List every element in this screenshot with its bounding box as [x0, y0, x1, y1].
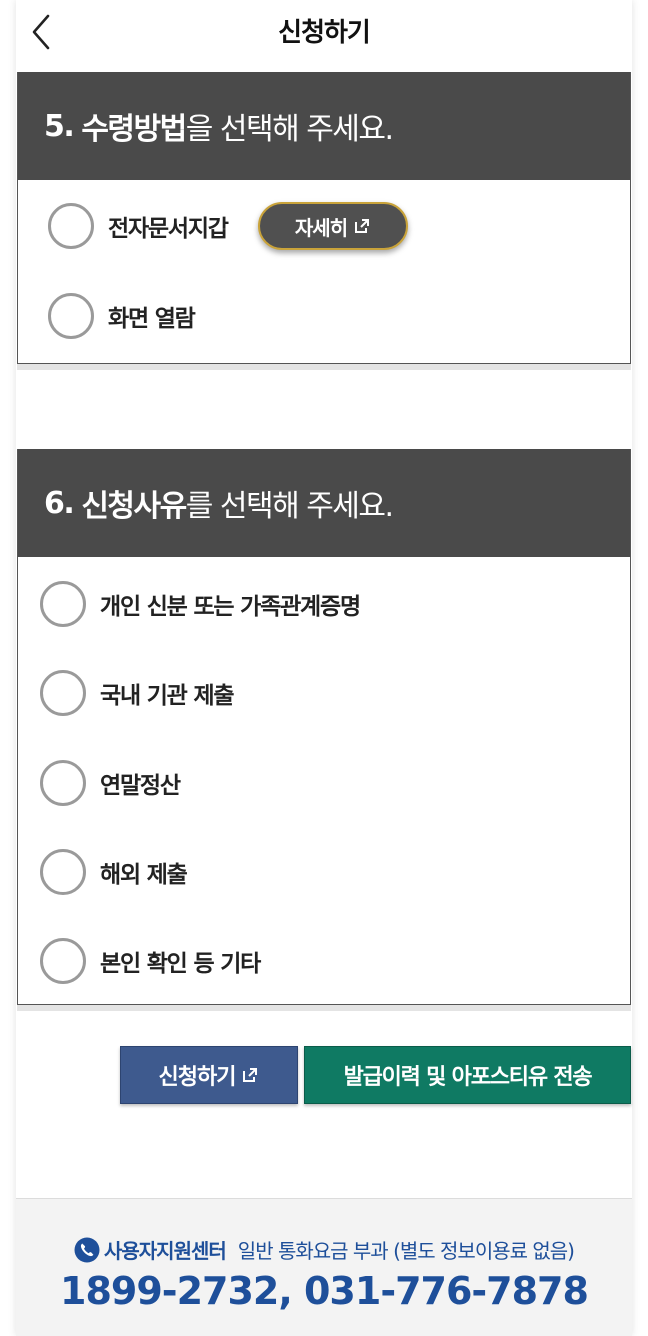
option-label: 개인 신분 또는 가족관계증명: [100, 594, 361, 620]
option-year-end-tax[interactable]: 연말정산: [40, 760, 181, 806]
support-center-title: 사용자지원센터: [103, 1239, 227, 1263]
section-application-reason: 6. 신청사유 를 선택해 주세요. 개인 신분 또는 가족관계증명 국내 기관 …: [17, 449, 631, 1005]
option-label: 전자문서지갑: [108, 216, 229, 242]
option-label: 연말정산: [100, 773, 181, 799]
section-divider: [17, 1005, 631, 1011]
support-phone-numbers[interactable]: 1899-2732, 031-776-7878: [16, 1269, 632, 1313]
page-title: 신청하기: [278, 18, 371, 48]
radio-button[interactable]: [40, 938, 86, 984]
option-label: 해외 제출: [100, 862, 188, 888]
option-identity-family[interactable]: 개인 신분 또는 가족관계증명: [40, 581, 361, 627]
section-title-bold: 수령방법: [81, 112, 187, 147]
support-center-note: 일반 통화요금 부과 (별도 정보이용료 없음): [237, 1239, 575, 1263]
section-title-bold: 신청사유: [81, 489, 187, 524]
section-divider: [17, 364, 631, 370]
send-history-apostille-button[interactable]: 발급이력 및 아포스티유 전송: [304, 1046, 631, 1104]
radio-button[interactable]: [40, 849, 86, 895]
option-label: 본인 확인 등 기타: [100, 951, 261, 977]
radio-button[interactable]: [40, 670, 86, 716]
phone-icon: [74, 1237, 100, 1262]
option-domestic-submission[interactable]: 국내 기관 제출: [40, 670, 235, 716]
page: 신청하기 5. 수령방법을 선택해 주세요. 전자문서지갑 자세히 화면 열람: [16, 0, 632, 1336]
option-label: 국내 기관 제출: [100, 683, 235, 709]
section-title-rest: 를 선택해 주세요.: [185, 489, 394, 524]
option-overseas-submission[interactable]: 해외 제출: [40, 849, 188, 895]
radio-button[interactable]: [48, 203, 94, 249]
external-link-icon: [355, 219, 370, 233]
apply-button-label: 신청하기: [158, 1065, 237, 1090]
detail-button-label: 자세히: [294, 215, 348, 240]
detail-button[interactable]: 자세히: [258, 202, 408, 250]
external-link-icon: [243, 1068, 258, 1082]
apply-button[interactable]: 신청하기: [120, 1046, 298, 1104]
section-header-application-reason: 6. 신청사유 를 선택해 주세요.: [18, 449, 630, 557]
section-number: 6.: [44, 485, 75, 521]
radio-button[interactable]: [48, 293, 94, 339]
reason-options: 개인 신분 또는 가족관계증명 국내 기관 제출 연말정산 해외 제출 본인 확…: [18, 557, 630, 1005]
radio-button[interactable]: [40, 760, 86, 806]
option-screen-view[interactable]: 화면 열람: [48, 293, 196, 339]
section-receipt-method: 5. 수령방법 을 선택해 주세요. 전자문서지갑 자세히 화면 열람: [17, 72, 631, 364]
option-other[interactable]: 본인 확인 등 기타: [40, 938, 261, 984]
top-bar: 신청하기: [16, 0, 632, 72]
section-number: 5.: [44, 108, 75, 144]
send-button-label: 발급이력 및 아포스티유 전송: [343, 1065, 593, 1090]
section-header-receipt-method: 5. 수령방법 을 선택해 주세요.: [18, 72, 630, 180]
option-label: 화면 열람: [108, 306, 196, 332]
radio-button[interactable]: [40, 581, 86, 627]
support-line: 사용자지원센터 일반 통화요금 부과 (별도 정보이용료 없음): [16, 1235, 632, 1264]
section-title-rest: 을 선택해 주세요.: [185, 112, 394, 147]
receipt-options: 전자문서지갑 자세히 화면 열람: [18, 180, 630, 364]
option-electronic-wallet[interactable]: 전자문서지갑: [48, 203, 229, 249]
footer-support: 사용자지원센터 일반 통화요금 부과 (별도 정보이용료 없음) 1899-27…: [16, 1198, 632, 1336]
